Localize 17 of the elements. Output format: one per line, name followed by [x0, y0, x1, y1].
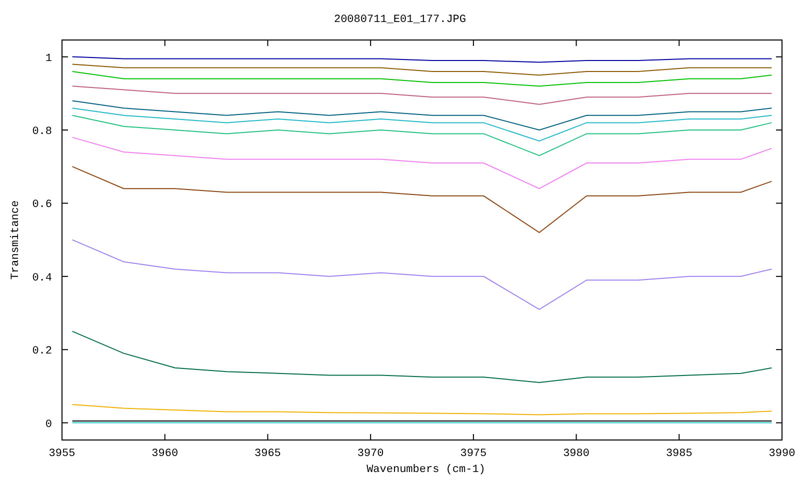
tick-label: 0.4 — [32, 272, 52, 284]
tick-label: 0.8 — [32, 126, 52, 138]
y-axis-label: Transmitance — [10, 200, 22, 280]
tick-label: 0.6 — [32, 199, 52, 212]
tick-label: 3975 — [460, 448, 487, 460]
x-axis-label: Wavenumbers (cm-1) — [366, 464, 486, 476]
tick-label: 3990 — [768, 448, 796, 460]
tick-label: 0 — [45, 418, 52, 431]
tick-label: 0.2 — [32, 346, 52, 358]
tick-label: 3985 — [666, 448, 692, 460]
tick-label: 3965 — [254, 448, 281, 460]
chart-title: 20080711_E01_177.JPG — [334, 14, 466, 26]
tick-label: 3970 — [357, 448, 384, 460]
tick-label: 1 — [45, 52, 52, 65]
tick-label: 3960 — [152, 448, 178, 460]
tick-label: 3980 — [563, 448, 590, 460]
tick-label: 3955 — [48, 448, 76, 460]
